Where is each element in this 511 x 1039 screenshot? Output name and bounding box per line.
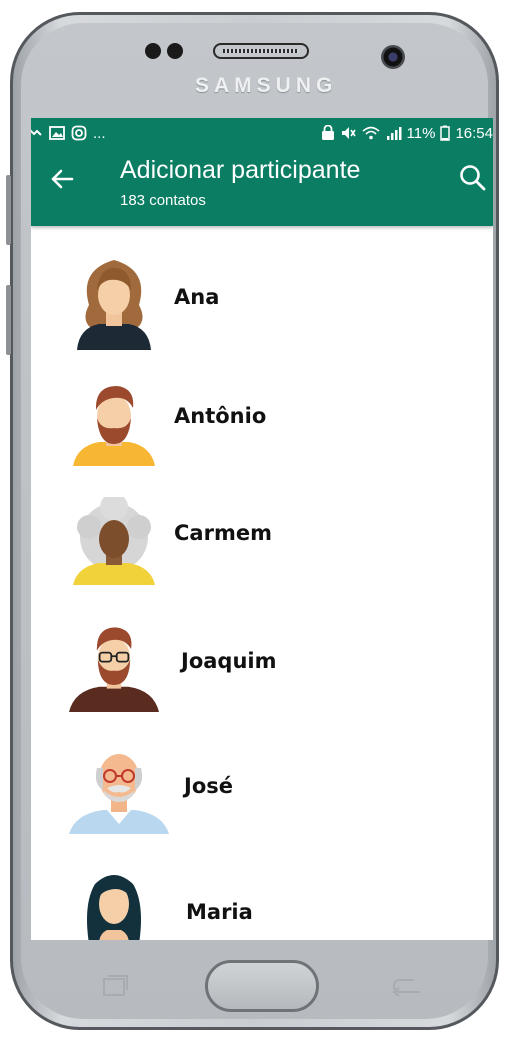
- front-camera: [381, 45, 405, 69]
- contact-item-ana[interactable]: Ana: [31, 246, 493, 356]
- status-left: ...: [31, 125, 106, 142]
- instagram-icon: [71, 125, 87, 141]
- contact-name: Joaquim: [181, 649, 277, 673]
- contact-name: Ana: [174, 285, 220, 309]
- woman-curly-hair-avatar: [77, 260, 151, 350]
- old-man-glasses-mustache-avatar: [69, 754, 169, 834]
- contact-item-jose[interactable]: José: [31, 736, 493, 846]
- contact-item-maria[interactable]: Maria: [31, 860, 493, 940]
- image-icon: [49, 126, 65, 140]
- earpiece-speaker: [213, 43, 309, 59]
- battery-icon: [440, 125, 451, 141]
- contact-name: Carmem: [174, 521, 272, 545]
- app-bar: Adicionar participante 183 contatos: [31, 148, 493, 226]
- lock-icon: [321, 125, 334, 140]
- screen: ... 11% 16:54 Adicionar participante 183…: [31, 118, 493, 940]
- mute-icon: [341, 127, 356, 139]
- bixby-button: [6, 285, 11, 355]
- contact-item-carmem[interactable]: Carmem: [31, 493, 493, 603]
- contact-name: Maria: [186, 900, 253, 924]
- status-more: ...: [93, 124, 106, 142]
- volume-button: [6, 175, 11, 245]
- search-icon[interactable]: [457, 162, 489, 194]
- home-button[interactable]: [205, 960, 319, 1012]
- wifi-icon: [362, 126, 380, 140]
- back-key-icon[interactable]: [390, 974, 424, 998]
- back-arrow-icon[interactable]: [45, 162, 79, 196]
- status-time: 16:54: [455, 124, 493, 142]
- sensor-dot: [145, 43, 161, 59]
- elderly-woman-gray-hair-avatar: [73, 497, 155, 585]
- battery-percent: 11%: [406, 124, 436, 142]
- contact-count: 183 contatos: [120, 192, 206, 209]
- bearded-man-avatar: [73, 386, 155, 466]
- contact-item-antonio[interactable]: Antônio: [31, 376, 493, 486]
- status-right: 11% 16:54: [321, 125, 493, 142]
- missed-call-icon: [31, 129, 42, 136]
- status-bar: ... 11% 16:54: [31, 118, 493, 148]
- contact-name: José: [184, 774, 233, 798]
- contact-name: Antônio: [174, 404, 267, 428]
- signal-icon: [386, 127, 402, 140]
- woman-dark-hair-avatar: [87, 875, 141, 940]
- page-title: Adicionar participante: [120, 156, 361, 184]
- device-brand: SAMSUNG: [195, 74, 338, 97]
- man-glasses-beard-avatar: [69, 627, 159, 712]
- recent-apps-icon[interactable]: [101, 974, 129, 998]
- contact-item-joaquim[interactable]: Joaquim: [31, 613, 493, 723]
- sensor-dot: [167, 43, 183, 59]
